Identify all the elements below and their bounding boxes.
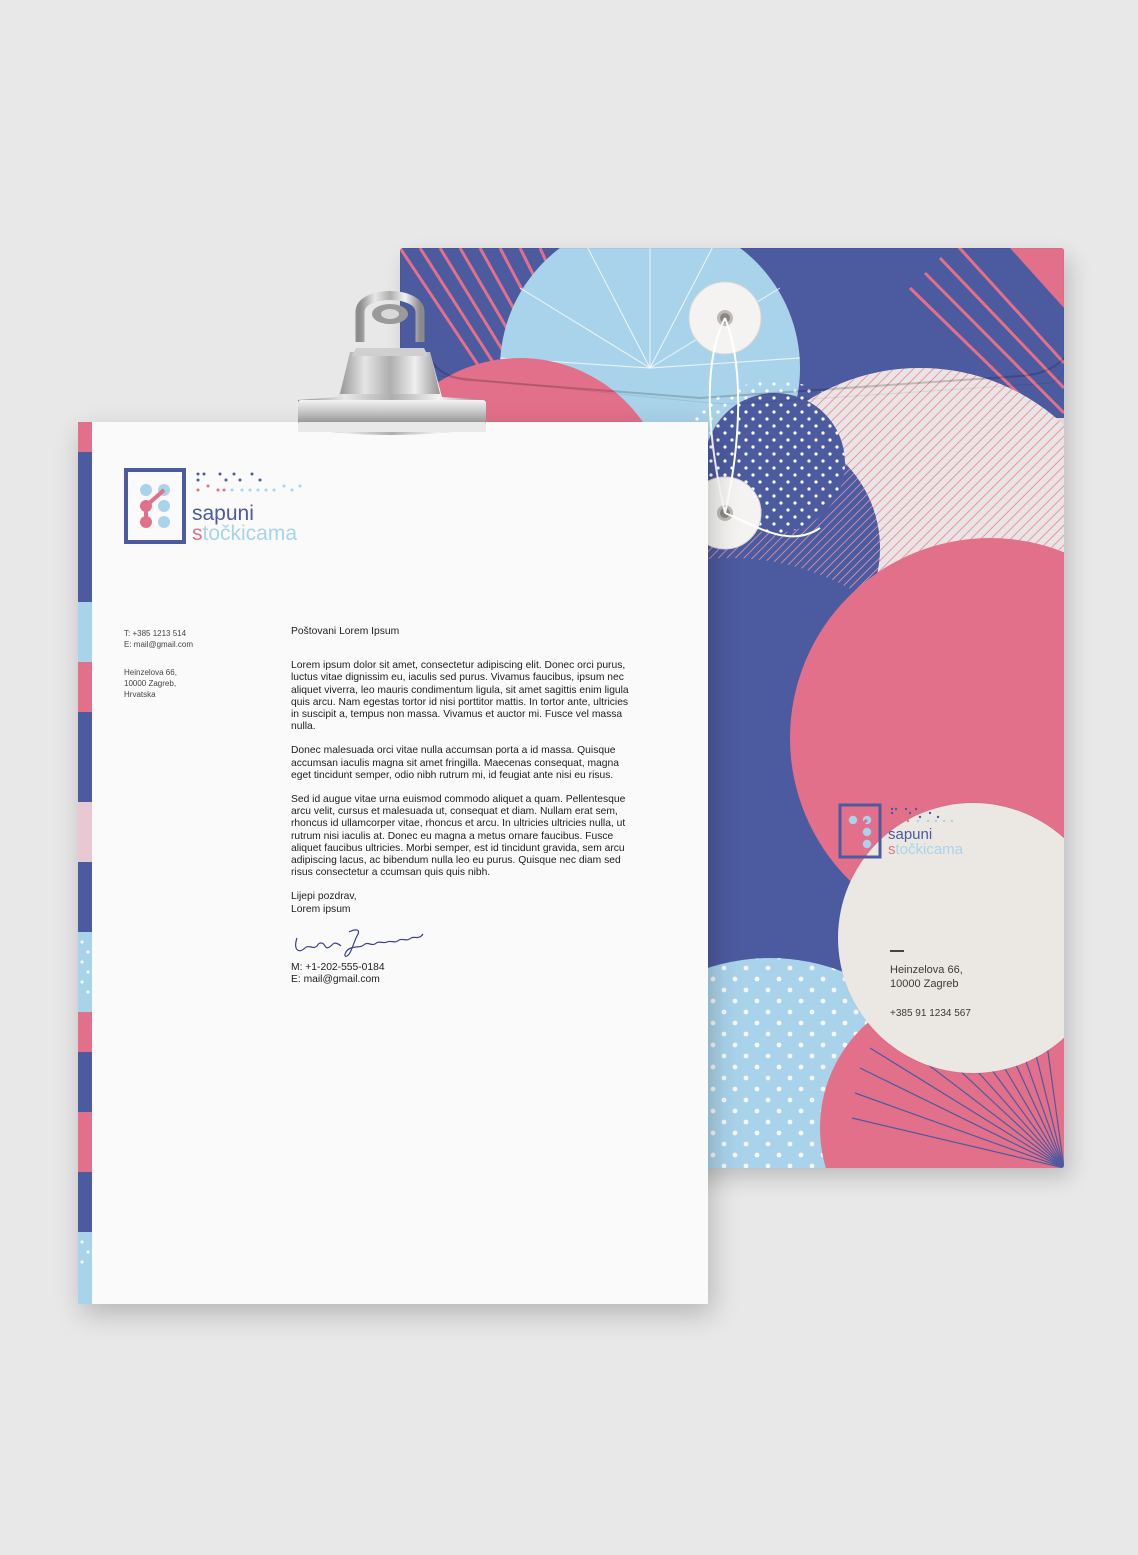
envelope-address-line1: Heinzelova 66,	[890, 964, 963, 976]
envelope-logo: sapuni stočkicama	[838, 803, 964, 859]
letter-closing-line2: Lorem ipsum	[291, 903, 351, 915]
envelope-brand-line2: stočkicama	[888, 841, 964, 858]
sender-email: E: mail@gmail.com	[124, 640, 194, 649]
envelope-address-line2: 10000 Zagreb	[890, 978, 959, 990]
signatory-email: E: mail@gmail.com	[291, 974, 380, 986]
mockup-scene: sapuni stočkicama Heinzelova 66, 10000 Z…	[0, 0, 1138, 1555]
letter-closing-line1: Lijepi pozdrav,	[291, 891, 357, 903]
letter-paragraph-2: Donec malesuada orci vitae nulla accumsa…	[291, 745, 619, 781]
divider-dash	[890, 950, 904, 952]
letter-greeting: Poštovani Lorem Ipsum	[291, 626, 400, 637]
letter-brand-line2: stočkicama	[192, 522, 297, 545]
sender-phone: T: +385 1213 514	[124, 629, 187, 638]
envelope-address: Heinzelova 66, 10000 Zagreb	[890, 963, 1064, 991]
letterhead-logo: sapuni stočkicama	[124, 468, 302, 545]
binder-clip	[298, 291, 486, 435]
letter-paragraph-1: Lorem ipsum dolor sit amet, consectetur …	[291, 660, 629, 733]
sender-address-line2: 10000 Zagreb,	[124, 679, 177, 688]
sender-address-line3: Hrvatska	[124, 690, 156, 699]
letter-body: Poštovani Lorem Ipsum Lorem ipsum dolor …	[291, 626, 636, 986]
handwritten-signature	[295, 929, 424, 957]
letterhead-sheet: sapuni stočkicama T: +385 1213 514 E: ma…	[78, 422, 708, 1304]
sender-contact-block: T: +385 1213 514 E: mail@gmail.com Heinz…	[124, 628, 254, 700]
letter-paragraph-3: Sed id augue vitae urna euismod commodo …	[291, 794, 626, 879]
envelope-phone: +385 91 1234 567	[890, 1008, 971, 1019]
letter-side-pattern	[78, 422, 92, 1304]
signatory-mobile: M: +1-202-555-0184	[291, 961, 385, 973]
sender-address-line1: Heinzelova 66,	[124, 668, 177, 677]
